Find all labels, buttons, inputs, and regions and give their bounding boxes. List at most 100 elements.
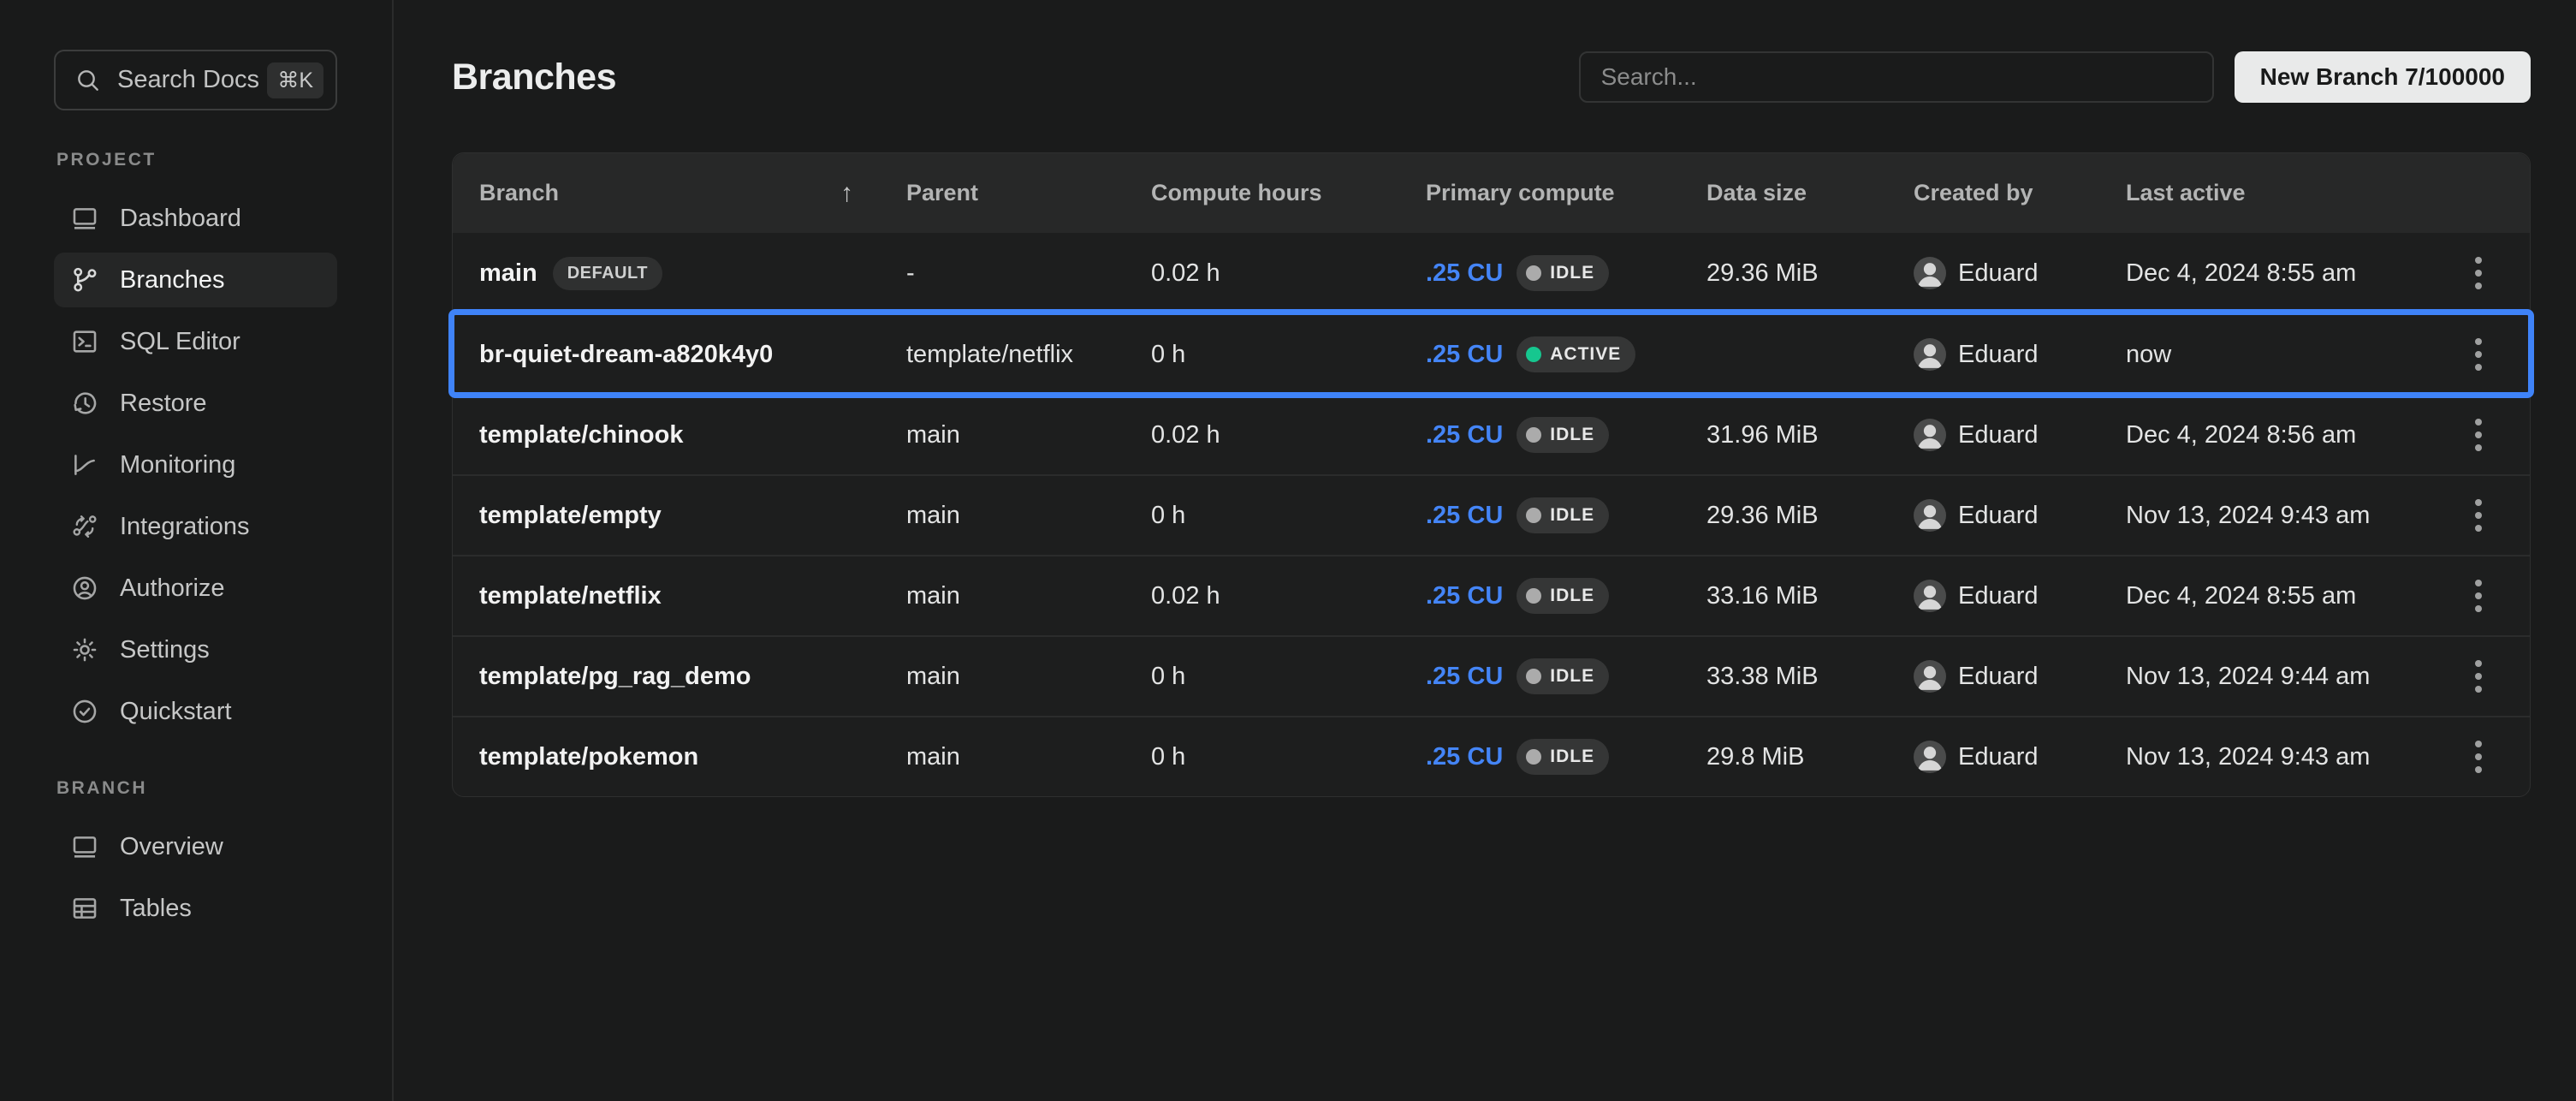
keyboard-shortcut-badge: ⌘K xyxy=(267,62,323,98)
data-size-cell: 29.36 MiB xyxy=(1706,259,1914,288)
created-by-name: Eduard xyxy=(1958,663,2039,691)
table-row[interactable]: template/empty main 0 h .25 CU IDLE 29.3… xyxy=(453,474,2530,555)
status-badge: IDLE xyxy=(1517,658,1609,694)
column-header-branch[interactable]: Branch ↑ xyxy=(453,179,906,208)
compute-units-link[interactable]: .25 CU xyxy=(1426,502,1503,530)
tables-icon xyxy=(70,894,99,923)
table-header-row: Branch ↑ Parent Compute hours Primary co… xyxy=(453,153,2530,233)
data-size-cell: 33.16 MiB xyxy=(1706,582,1914,610)
person-icon xyxy=(1914,660,1946,693)
compute-units-link[interactable]: .25 CU xyxy=(1426,421,1503,449)
status-label: IDLE xyxy=(1550,505,1594,526)
last-active-cell: Dec 4, 2024 8:55 am xyxy=(2126,259,2436,288)
status-badge: IDLE xyxy=(1517,739,1609,775)
settings-icon xyxy=(70,635,99,664)
branch-cell: template/pg_rag_demo xyxy=(453,663,906,691)
section-label: PROJECT xyxy=(56,150,337,170)
person-icon xyxy=(1914,580,1946,612)
parent-cell: main xyxy=(906,582,1151,610)
actions-cell xyxy=(2436,572,2530,620)
data-size-cell: 31.96 MiB xyxy=(1706,421,1914,449)
branch-cell: template/pokemon xyxy=(453,743,906,771)
row-menu-button[interactable] xyxy=(2454,411,2502,459)
column-header-data-size[interactable]: Data size xyxy=(1706,180,1914,206)
sidebar-item-settings[interactable]: Settings xyxy=(54,622,337,677)
person-icon xyxy=(1914,257,1946,289)
main-content: Branches New Branch 7/100000 Branch ↑ Pa… xyxy=(394,0,2576,1101)
row-menu-button[interactable] xyxy=(2454,249,2502,297)
actions-cell xyxy=(2436,249,2530,297)
primary-compute-cell: .25 CU IDLE xyxy=(1426,417,1706,453)
avatar xyxy=(1914,419,1946,451)
table-row[interactable]: template/pokemon main 0 h .25 CU IDLE 29… xyxy=(453,716,2530,796)
sidebar-item-label: Overview xyxy=(120,833,223,861)
sidebar-item-label: Authorize xyxy=(120,574,225,603)
column-header-compute-hours[interactable]: Compute hours xyxy=(1151,180,1426,206)
row-menu-button[interactable] xyxy=(2454,330,2502,378)
sidebar-item-integrations[interactable]: Integrations xyxy=(54,499,337,554)
sidebar-item-authorize[interactable]: Authorize xyxy=(54,561,337,616)
row-menu-button[interactable] xyxy=(2454,733,2502,781)
compute-units-link[interactable]: .25 CU xyxy=(1426,663,1503,691)
dashboard-icon xyxy=(70,204,99,233)
sidebar-item-label: SQL Editor xyxy=(120,328,240,356)
parent-cell: template/netflix xyxy=(906,341,1151,369)
actions-cell xyxy=(2436,330,2530,378)
actions-cell xyxy=(2436,733,2530,781)
compute-hours-cell: 0.02 h xyxy=(1151,582,1426,610)
search-docs-button[interactable]: Search Docs ⌘K xyxy=(54,50,337,110)
data-size-cell: 29.8 MiB xyxy=(1706,743,1914,771)
compute-units-link[interactable]: .25 CU xyxy=(1426,341,1503,369)
compute-units-link[interactable]: .25 CU xyxy=(1426,259,1503,288)
sidebar-item-branches[interactable]: Branches xyxy=(54,253,337,307)
branch-search-input[interactable] xyxy=(1579,51,2214,103)
branch-cell: template/netflix xyxy=(453,582,906,610)
sidebar-item-dashboard[interactable]: Dashboard xyxy=(54,191,337,246)
last-active-cell: Dec 4, 2024 8:56 am xyxy=(2126,421,2436,449)
status-dot-icon xyxy=(1526,749,1541,765)
monitoring-icon xyxy=(70,450,99,479)
status-dot-icon xyxy=(1526,669,1541,684)
sidebar-item-restore[interactable]: Restore xyxy=(54,376,337,431)
sidebar-item-tables[interactable]: Tables xyxy=(54,881,337,936)
compute-units-link[interactable]: .25 CU xyxy=(1426,743,1503,771)
row-menu-button[interactable] xyxy=(2454,652,2502,700)
branch-cell: br-quiet-dream-a820k4y0 xyxy=(453,341,906,369)
person-icon xyxy=(1914,499,1946,532)
table-row[interactable]: template/pg_rag_demo main 0 h .25 CU IDL… xyxy=(453,635,2530,716)
status-dot-icon xyxy=(1526,588,1541,604)
row-menu-button[interactable] xyxy=(2454,491,2502,539)
authorize-icon xyxy=(70,574,99,603)
table-row[interactable]: template/chinook main 0.02 h .25 CU IDLE… xyxy=(453,394,2530,474)
created-by-name: Eduard xyxy=(1958,743,2039,771)
sidebar-item-overview[interactable]: Overview xyxy=(54,819,337,874)
branch-cell: template/empty xyxy=(453,502,906,530)
compute-hours-cell: 0 h xyxy=(1151,502,1426,530)
parent-cell: - xyxy=(906,259,1151,288)
sidebar-item-label: Restore xyxy=(120,390,207,418)
new-branch-button[interactable]: New Branch 7/100000 xyxy=(2235,51,2531,103)
status-label: IDLE xyxy=(1550,586,1594,606)
table-row[interactable]: br-quiet-dream-a820k4y0 template/netflix… xyxy=(453,313,2530,394)
status-dot-icon xyxy=(1526,427,1541,443)
sidebar-item-quickstart[interactable]: Quickstart xyxy=(54,684,337,739)
data-size-cell: 29.36 MiB xyxy=(1706,502,1914,530)
sidebar-item-sql-editor[interactable]: SQL Editor xyxy=(54,314,337,369)
column-header-last-active[interactable]: Last active xyxy=(2126,180,2436,206)
avatar xyxy=(1914,741,1946,773)
column-header-created-by[interactable]: Created by xyxy=(1914,180,2126,206)
quickstart-icon xyxy=(70,697,99,726)
sidebar-item-monitoring[interactable]: Monitoring xyxy=(54,437,337,492)
sort-ascending-icon[interactable]: ↑ xyxy=(840,179,853,208)
column-header-parent[interactable]: Parent xyxy=(906,180,1151,206)
status-badge: IDLE xyxy=(1517,497,1609,533)
status-dot-icon xyxy=(1526,347,1541,362)
branch-name: template/pokemon xyxy=(479,743,698,771)
column-header-primary-compute[interactable]: Primary compute xyxy=(1426,180,1706,206)
branches-icon xyxy=(70,265,99,295)
sidebar-item-label: Branches xyxy=(120,266,225,295)
compute-units-link[interactable]: .25 CU xyxy=(1426,582,1503,610)
row-menu-button[interactable] xyxy=(2454,572,2502,620)
table-row[interactable]: main DEFAULT - 0.02 h .25 CU IDLE 29.36 … xyxy=(453,233,2530,313)
table-row[interactable]: template/netflix main 0.02 h .25 CU IDLE… xyxy=(453,555,2530,635)
